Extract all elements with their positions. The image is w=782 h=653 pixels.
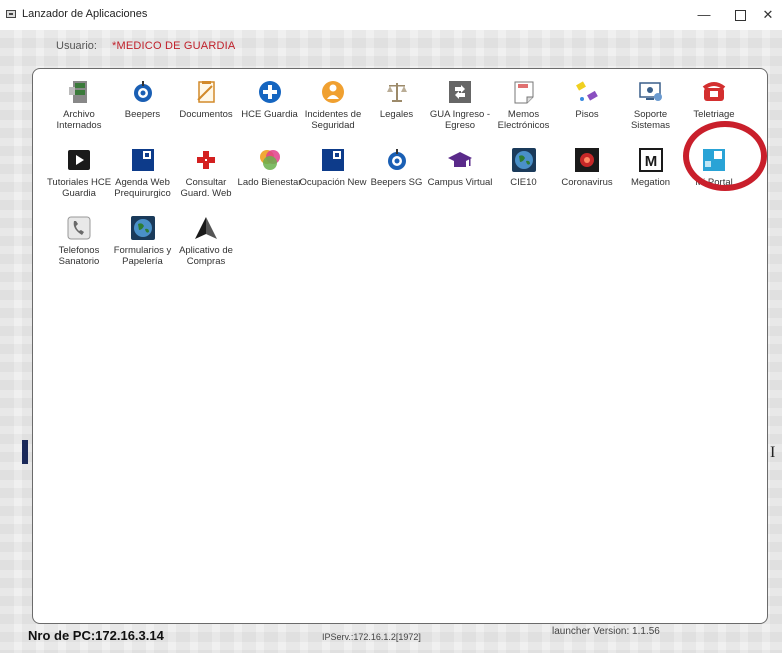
close-button[interactable]: ✕ [754,4,782,26]
agenda-logo-icon [130,147,156,173]
app-tile[interactable]: Documentos [171,79,241,120]
memo-icon [511,79,537,105]
app-tile-label: Tutoriales HCE Guardia [46,177,112,199]
pyramid-icon [193,215,219,241]
video-play-icon [66,147,92,173]
app-tile-label: Consultar Guard. Web [180,177,232,199]
app-tile[interactable]: HCE Guardia [235,79,305,120]
highlight-circle-annotation [683,121,767,191]
window-title: Lanzador de Aplicaciones [22,8,148,20]
phone-handset-icon [66,215,92,241]
app-tile[interactable]: M Megation [616,147,686,188]
graduation-cap-icon [447,147,473,173]
beeper-icon [384,147,410,173]
app-tile[interactable]: Teletriage [679,79,749,120]
swap-arrows-icon [447,79,473,105]
app-tile-label: HCE Guardia [241,109,298,120]
documents-icon [193,79,219,105]
maximize-button[interactable] [726,4,754,26]
apps-panel: Archivo Internados Beepers Documentos HCE G… [32,68,768,624]
app-tile[interactable]: GUA Ingreso - Egreso [425,79,495,131]
app-tile-label: Megation [630,177,671,188]
support-monitor-icon [638,79,664,105]
person-alert-icon [320,79,346,105]
app-tile-label: Lado Bienestar [237,177,302,188]
background-edge-right: I [770,444,776,461]
app-tile[interactable]: Aplicativo de Compras [171,215,241,267]
app-tile-label: Documentos [179,109,233,120]
app-tile[interactable]: Agenda Web Prequirurgico [108,147,178,199]
app-tile[interactable]: Memos Electrónicos [489,79,559,131]
app-tile-label: Legales [379,109,414,120]
app-launcher-icon [6,10,16,18]
app-tile-label: Beepers SG [370,177,423,188]
scales-icon [384,79,410,105]
app-tile-label: GUA Ingreso - Egreso [429,109,491,131]
medical-cross-icon [193,147,219,173]
app-tile[interactable]: Campus Virtual [425,147,495,188]
app-tile-label: Campus Virtual [427,177,493,188]
beeper-icon [130,79,156,105]
app-tile[interactable]: Legales [362,79,432,120]
app-tile-label: Archivo Internados [56,109,102,131]
app-tile[interactable]: Ocupación New [298,147,368,188]
maximize-icon [734,10,746,22]
user-value: *MEDICO DE GUARDIA [112,40,236,52]
title-bar: Lanzador de Aplicaciones — ✕ [0,0,782,31]
globe-icon [130,215,156,241]
user-label: Usuario: [56,40,97,52]
app-tile-label: Memos Electrónicos [497,109,550,131]
app-tile-label: Telefonos Sanatorio [58,245,100,267]
app-tile-label: Incidentes de Seguridad [304,109,362,131]
launcher-version: launcher Version: 1.1.56 [552,626,660,637]
archive-cabinet-icon [66,79,92,105]
app-tile-label: CIE10 [510,177,537,188]
app-tile-label: Agenda Web Prequirurgico [114,177,171,199]
wellbeing-circles-icon [257,147,283,173]
app-tile-label: Soporte Sistemas [630,109,671,131]
svg-text:M: M [644,153,657,170]
app-tile[interactable]: CIE10 [489,147,559,188]
app-tile[interactable]: Tutoriales HCE Guardia [44,147,114,199]
app-tile[interactable]: Consultar Guard. Web [171,147,241,199]
globe-icon [511,147,537,173]
app-tile[interactable]: Lado Bienestar [235,147,305,188]
app-tile[interactable]: Telefonos Sanatorio [44,215,114,267]
app-tile-label: Pisos [575,109,599,120]
app-tile-label: Beepers [124,109,161,120]
app-tile-label: Formularios y Papelería [113,245,172,267]
background-edge-left [22,440,28,464]
app-tile-label: Ocupación New [299,177,367,188]
minimize-button[interactable]: — [690,4,718,26]
server-ip: IPServ.:172.16.1.2[1972] [322,632,421,642]
app-tile[interactable]: Archivo Internados [44,79,114,131]
app-tile[interactable]: Incidentes de Seguridad [298,79,368,131]
app-tile[interactable]: Soporte Sistemas [616,79,686,131]
app-tile[interactable]: Pisos [552,79,622,120]
app-tile[interactable]: Beepers [108,79,178,120]
app-tile-label: Teletriage [693,109,735,120]
telephone-icon [701,79,727,105]
app-tile[interactable]: Coronavirus [552,147,622,188]
app-tile-label: Aplicativo de Compras [179,245,233,267]
virus-icon [574,147,600,173]
app-tile-label: Coronavirus [561,177,613,188]
plus-cross-icon [257,79,283,105]
user-info: Usuario: *MEDICO DE GUARDIA [56,40,235,52]
app-tile[interactable]: Beepers SG [362,147,432,188]
app-tile[interactable]: Formularios y Papelería [108,215,178,267]
pc-number: Nro de PC:172.16.3.14 [28,628,164,643]
occupancy-logo-icon [320,147,346,173]
m-box-icon: M [638,147,664,173]
floor-tags-icon [574,79,600,105]
